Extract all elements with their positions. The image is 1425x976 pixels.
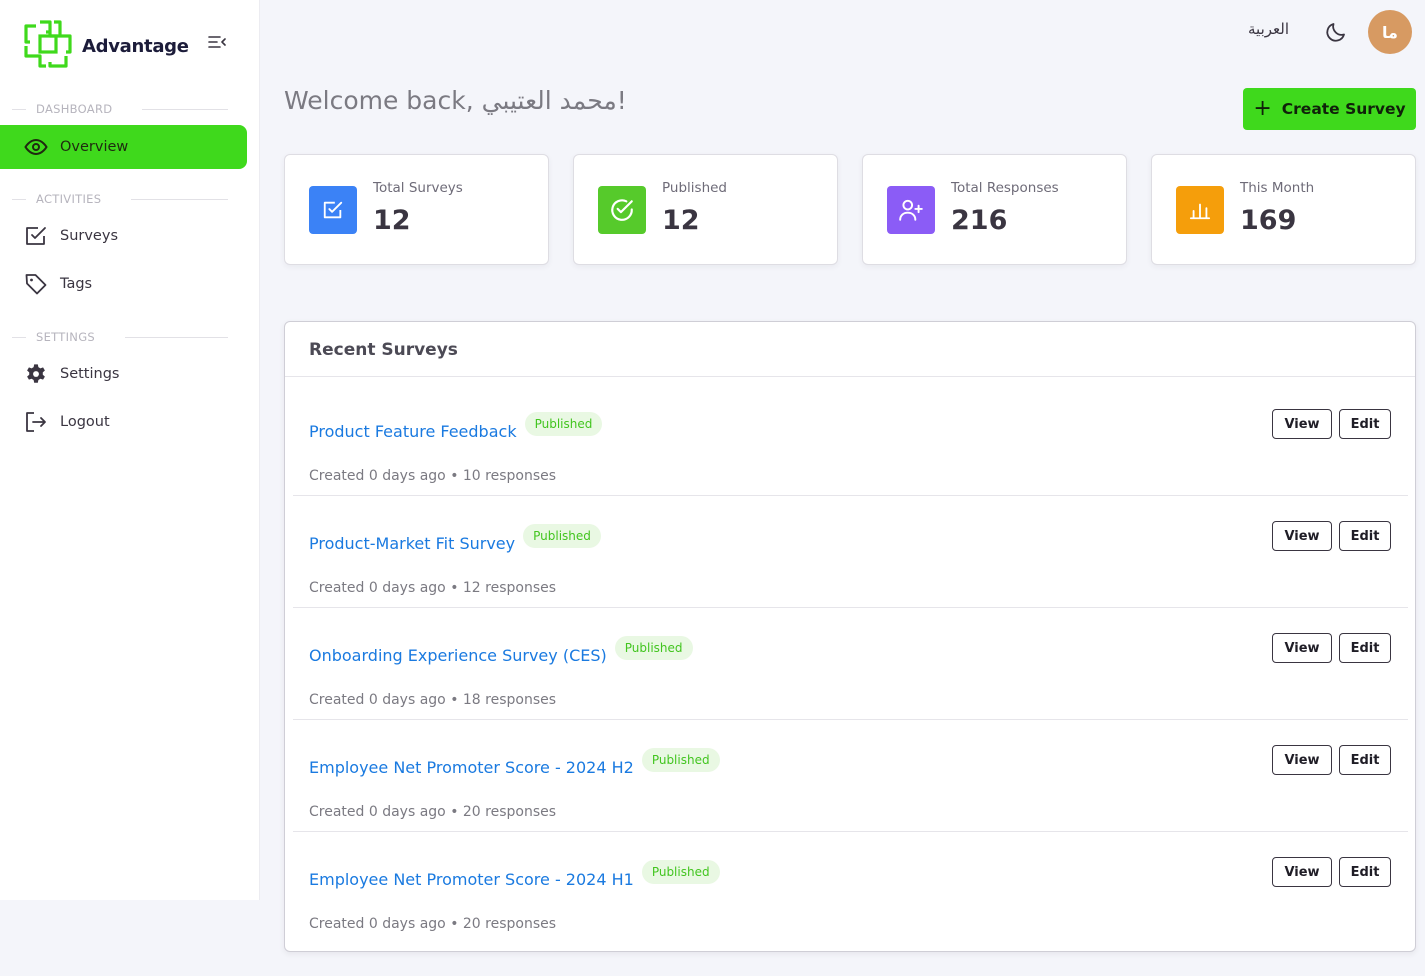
stat-value: 169 (1240, 205, 1297, 236)
sidebar-item-settings[interactable]: Settings (0, 352, 247, 396)
stat-label: Published (662, 180, 727, 196)
survey-meta: Created 0 days ago • 10 responses (309, 468, 557, 484)
sidebar-item-label: Logout (60, 414, 110, 430)
sidebar-item-surveys[interactable]: Surveys (0, 214, 247, 258)
section-title-settings: SETTINGS (12, 330, 228, 344)
brand-name: Advantage (82, 35, 189, 57)
survey-title-link[interactable]: Onboarding Experience Survey (CES) (309, 646, 607, 665)
stat-label: Total Surveys (373, 180, 463, 196)
check-circle-icon (598, 186, 646, 234)
list-item: Employee Net Promoter Score - 2024 H2 Pu… (293, 720, 1408, 832)
survey-meta: Created 0 days ago • 20 responses (309, 916, 557, 932)
view-button[interactable]: View (1272, 745, 1332, 775)
sidebar-item-label: Tags (60, 276, 93, 292)
list-item: Product Feature Feedback Published Creat… (293, 384, 1408, 496)
view-button[interactable]: View (1272, 409, 1332, 439)
view-button[interactable]: View (1272, 521, 1332, 551)
view-button[interactable]: View (1272, 857, 1332, 887)
status-badge: Published (614, 635, 693, 660)
status-badge: Published (524, 411, 603, 436)
gear-icon (24, 362, 48, 386)
collapse-menu-icon[interactable] (208, 34, 228, 52)
survey-meta: Created 0 days ago • 18 responses (309, 692, 557, 708)
sidebar-item-overview[interactable]: Overview (0, 125, 247, 169)
sidebar-item-label: Settings (60, 366, 120, 382)
status-badge: Published (641, 747, 720, 772)
edit-button[interactable]: Edit (1339, 745, 1391, 775)
section-title-dashboard: DASHBOARD (12, 102, 228, 116)
list-item: Onboarding Experience Survey (CES) Publi… (293, 608, 1408, 720)
sidebar-item-logout[interactable]: Logout (0, 400, 247, 444)
divider (285, 376, 1415, 377)
survey-title-link[interactable]: Product Feature Feedback (309, 422, 517, 441)
checkbox-icon (309, 186, 357, 234)
stat-value: 12 (373, 205, 411, 236)
stat-label: Total Responses (951, 180, 1059, 196)
list-item: Employee Net Promoter Score - 2024 H1 Pu… (293, 832, 1408, 944)
logout-icon (24, 410, 48, 434)
list-item: Product-Market Fit Survey Published Crea… (293, 496, 1408, 608)
recent-surveys-title: Recent Surveys (309, 340, 458, 360)
stat-card-published: Published 12 (573, 154, 838, 265)
brand[interactable]: Advantage (24, 20, 189, 72)
survey-meta: Created 0 days ago • 12 responses (309, 580, 557, 596)
create-survey-button[interactable]: + Create Survey (1243, 88, 1416, 130)
stat-card-this-month: This Month 169 (1151, 154, 1416, 265)
status-badge: Published (523, 523, 601, 548)
eye-icon (24, 135, 48, 159)
moon-icon[interactable] (1324, 20, 1348, 44)
recent-surveys-card: Recent Surveys Product Feature Feedback … (284, 321, 1416, 952)
edit-button[interactable]: Edit (1339, 857, 1391, 887)
view-button[interactable]: View (1272, 633, 1332, 663)
survey-title-link[interactable]: Product-Market Fit Survey (309, 534, 515, 553)
survey-title-link[interactable]: Employee Net Promoter Score - 2024 H1 (309, 870, 634, 889)
create-survey-label: Create Survey (1281, 100, 1406, 118)
stat-label: This Month (1240, 180, 1315, 196)
stat-value: 12 (662, 205, 700, 236)
status-badge: Published (641, 859, 720, 884)
survey-title-link[interactable]: Employee Net Promoter Score - 2024 H2 (309, 758, 634, 777)
section-title-activities: ACTIVITIES (12, 192, 228, 206)
tag-icon (24, 272, 48, 296)
bar-chart-icon (1176, 186, 1224, 234)
edit-button[interactable]: Edit (1339, 521, 1391, 551)
brand-logo-icon (24, 20, 72, 72)
sidebar-item-label: Overview (60, 139, 129, 155)
sidebar: Advantage DASHBOARD Overview ACTIVITIES … (0, 0, 260, 900)
sidebar-item-label: Surveys (60, 228, 118, 244)
language-switch[interactable]: العربية (1248, 20, 1289, 38)
sidebar-item-tags[interactable]: Tags (0, 262, 247, 306)
stat-card-total-surveys: Total Surveys 12 (284, 154, 549, 265)
user-plus-icon (887, 186, 935, 234)
checkbox-icon (24, 224, 48, 248)
edit-button[interactable]: Edit (1339, 633, 1391, 663)
plus-icon: + (1253, 96, 1272, 121)
avatar[interactable]: ما (1368, 10, 1412, 54)
stat-card-total-responses: Total Responses 216 (862, 154, 1127, 265)
survey-meta: Created 0 days ago • 20 responses (309, 804, 557, 820)
stat-value: 216 (951, 205, 1008, 236)
page-title: Welcome back, محمد العتيبي! (284, 86, 627, 115)
edit-button[interactable]: Edit (1339, 409, 1391, 439)
